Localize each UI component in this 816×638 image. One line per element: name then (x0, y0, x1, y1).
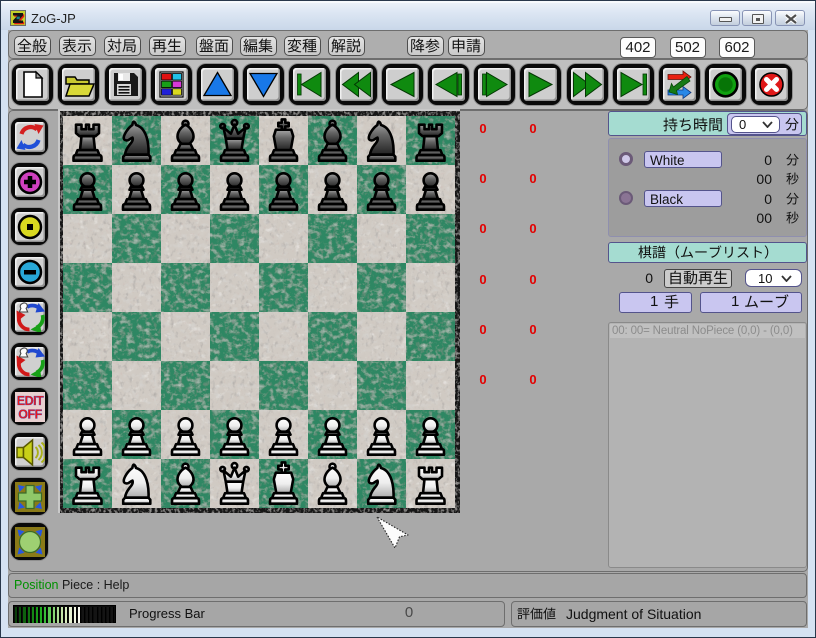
svg-text:EDIT: EDIT (16, 394, 43, 408)
svg-text:OFF: OFF (18, 407, 42, 421)
